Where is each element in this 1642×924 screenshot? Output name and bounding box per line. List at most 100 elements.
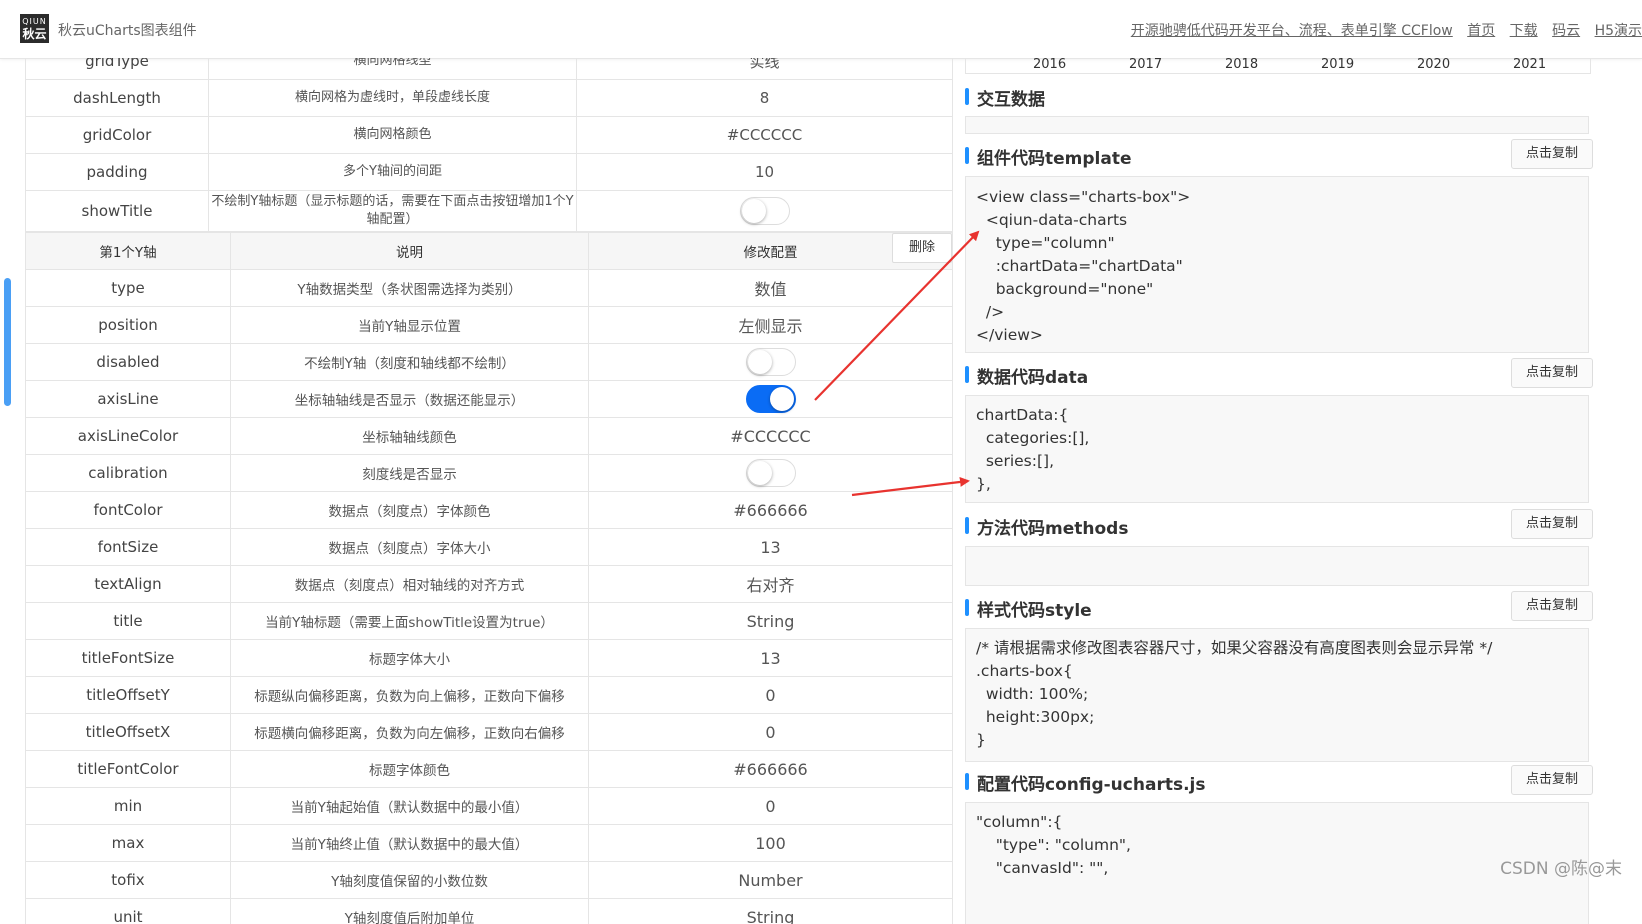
yaxis-config-row: tofix Y轴刻度值保留的小数位数 Number — [25, 861, 953, 899]
yaxis-config-description: 标题纵向偏移距离，负数为向上偏移，正数向下偏移 — [230, 676, 589, 714]
grid-config-row: showTitle 不绘制Y轴标题（显示标题的话，需要在下面点击按钮增加1个Y轴配… — [25, 190, 953, 232]
yaxis-config-value[interactable]: 100 — [588, 824, 953, 862]
grid-config-description: 多个Y轴间的间距 — [208, 153, 577, 191]
methods-code-box[interactable] — [965, 546, 1589, 586]
yaxis-config-description: 标题字体颜色 — [230, 750, 589, 788]
yaxis-config-description: 不绘制Y轴（刻度和轴线都不绘制） — [230, 343, 589, 381]
yaxis-config-row: position 当前Y轴显示位置 左侧显示 — [25, 306, 953, 344]
x-axis-year-label: 2020 — [1417, 58, 1451, 72]
yaxis-config-value[interactable]: 13 — [588, 528, 953, 566]
link-h5-demo[interactable]: H5演示 — [1595, 23, 1642, 39]
x-axis-year-label: 2016 — [1033, 58, 1067, 72]
copy-methods-button[interactable]: 点击复制 — [1511, 509, 1593, 539]
yaxis-config-value[interactable]: #666666 — [588, 491, 953, 529]
yaxis-config-key: type — [25, 269, 231, 307]
yaxis-config-row: calibration 刻度线是否显示 — [25, 454, 953, 492]
delete-yaxis-button[interactable]: 删除 — [892, 233, 952, 263]
copy-config-button[interactable]: 点击复制 — [1511, 765, 1593, 795]
brand-title[interactable]: 秋云uCharts图表组件 — [58, 20, 197, 40]
yaxis-config-key: position — [25, 306, 231, 344]
yaxis-config-key: axisLineColor — [25, 417, 231, 455]
yaxis-config-toggle-cell — [588, 454, 953, 492]
copy-template-button[interactable]: 点击复制 — [1511, 139, 1593, 169]
yaxis-config-description: Y轴数据类型（条状图需选择为类别） — [230, 269, 589, 307]
yaxis-config-row: fontSize 数据点（刻度点）字体大小 13 — [25, 528, 953, 566]
yaxis-config-value[interactable]: Number — [588, 861, 953, 899]
grid-config-row: gridType 横向网格线型 实线 — [25, 58, 953, 80]
yaxis-header-config: 修改配置 删除 — [588, 232, 953, 270]
yaxis-header-name: 第1个Y轴 — [25, 232, 231, 270]
yaxis-config-description: Y轴刻度值后附加单位 — [230, 898, 589, 924]
yaxis-config-description: 坐标轴轴线颜色 — [230, 417, 589, 455]
section-title-template: 组件代码template — [965, 144, 1132, 169]
axisLine-toggle[interactable] — [745, 385, 796, 413]
disabled-toggle[interactable] — [745, 348, 796, 376]
yaxis-config-value[interactable]: String — [588, 602, 953, 640]
copy-data-button[interactable]: 点击复制 — [1511, 358, 1593, 388]
grid-config-toggle-cell — [576, 190, 953, 232]
section-title-interact: 交互数据 — [965, 85, 1045, 110]
yaxis-config-row: unit Y轴刻度值后附加单位 String — [25, 898, 953, 924]
yaxis-config-key: titleOffsetY — [25, 676, 231, 714]
yaxis-config-description: 数据点（刻度点）字体大小 — [230, 528, 589, 566]
grid-config-value[interactable]: 10 — [576, 153, 953, 191]
yaxis-config-description: 数据点（刻度点）相对轴线的对齐方式 — [230, 565, 589, 603]
style-code-box[interactable]: /* 请根据需求修改图表容器尺寸，如果父容器没有高度图表则会显示异常 */ .c… — [965, 628, 1589, 762]
grid-config-value[interactable]: #CCCCCC — [576, 116, 953, 154]
grid-config-key: gridColor — [25, 116, 209, 154]
config-code-box[interactable]: "column":{ "type": "column", "canvasId":… — [965, 802, 1589, 924]
yaxis-config-value[interactable]: String — [588, 898, 953, 924]
grid-config-description: 横向网格线型 — [208, 58, 577, 80]
link-gitee[interactable]: 码云 — [1552, 23, 1580, 39]
yaxis-header-desc: 说明 — [230, 232, 589, 270]
yaxis-config-row: titleOffsetY 标题纵向偏移距离，负数为向上偏移，正数向下偏移 0 — [25, 676, 953, 714]
yaxis-config-key: disabled — [25, 343, 231, 381]
grid-config-value[interactable]: 8 — [576, 79, 953, 117]
x-axis-year-label: 2017 — [1129, 58, 1163, 72]
yaxis-config-row: fontColor 数据点（刻度点）字体颜色 #666666 — [25, 491, 953, 529]
yaxis-config-value[interactable]: #666666 — [588, 750, 953, 788]
yaxis-config-value[interactable]: 右对齐 — [588, 565, 953, 603]
yaxis-config-row: title 当前Y轴标题（需要上面showTitle设置为true） String — [25, 602, 953, 640]
grid-config-description: 横向网格为虚线时，单段虚线长度 — [208, 79, 577, 117]
qiun-logo[interactable]: QIUN 秋云 — [20, 14, 49, 43]
data-code-box[interactable]: chartData:{ categories:[], series:[], }, — [965, 395, 1589, 503]
grid-config-value[interactable]: 实线 — [576, 58, 953, 80]
yaxis-config-row: textAlign 数据点（刻度点）相对轴线的对齐方式 右对齐 — [25, 565, 953, 603]
grid-config-table: gridType 横向网格线型 实线 dashLength 横向网格为虚线时，单段虚线长… — [25, 58, 953, 232]
grid-config-description: 不绘制Y轴标题（显示标题的话，需要在下面点击按钮增加1个Y轴配置） — [208, 190, 577, 232]
link-download[interactable]: 下载 — [1510, 23, 1538, 39]
grid-config-row: dashLength 横向网格为虚线时，单段虚线长度 8 — [25, 79, 953, 117]
yaxis-config-value[interactable]: 数值 — [588, 269, 953, 307]
disabled-toggle-knob — [747, 350, 772, 374]
showTitle-toggle[interactable] — [739, 197, 790, 225]
yaxis-config-value[interactable]: 13 — [588, 639, 953, 677]
section-title-config: 配置代码config-ucharts.js — [965, 770, 1205, 795]
yaxis-config-description: 当前Y轴显示位置 — [230, 306, 589, 344]
yaxis-config-value[interactable]: 左侧显示 — [588, 306, 953, 344]
copy-style-button[interactable]: 点击复制 — [1511, 591, 1593, 621]
yaxis-config-value[interactable]: 0 — [588, 676, 953, 714]
grid-config-key: dashLength — [25, 79, 209, 117]
showTitle-toggle-knob — [741, 199, 766, 223]
yaxis-config-key: fontSize — [25, 528, 231, 566]
yaxis-header-config-label: 修改配置 — [743, 245, 798, 261]
yaxis-config-description: Y轴刻度值保留的小数位数 — [230, 861, 589, 899]
template-code-box[interactable]: <view class="charts-box"> <qiun-data-cha… — [965, 176, 1589, 353]
yaxis-config-key: max — [25, 824, 231, 862]
yaxis-config-value[interactable]: 0 — [588, 713, 953, 751]
page-scrollbar-thumb[interactable] — [4, 278, 11, 406]
yaxis-config-row: max 当前Y轴终止值（默认数据中的最大值） 100 — [25, 824, 953, 862]
top-nav-links: 开源驰骋低代码开发平台、流程、表单引擎 CCFlow 首页 下载 码云 H5演示 — [1121, 20, 1642, 40]
yaxis-table-header: 第1个Y轴 说明 修改配置 删除 — [25, 232, 953, 270]
yaxis-config-key: titleFontColor — [25, 750, 231, 788]
yaxis-config-description: 当前Y轴起始值（默认数据中的最小值） — [230, 787, 589, 825]
csdn-watermark: CSDN @陈@末 — [1500, 859, 1622, 879]
yaxis-config-value[interactable]: 0 — [588, 787, 953, 825]
config-panel: gridType 横向网格线型 实线 dashLength 横向网格为虚线时，单段虚线长… — [25, 58, 953, 924]
link-ccflow[interactable]: 开源驰骋低代码开发平台、流程、表单引擎 CCFlow — [1131, 23, 1453, 39]
calibration-toggle[interactable] — [745, 459, 796, 487]
yaxis-config-description: 刻度线是否显示 — [230, 454, 589, 492]
yaxis-config-value[interactable]: #CCCCCC — [588, 417, 953, 455]
link-home[interactable]: 首页 — [1467, 23, 1495, 39]
